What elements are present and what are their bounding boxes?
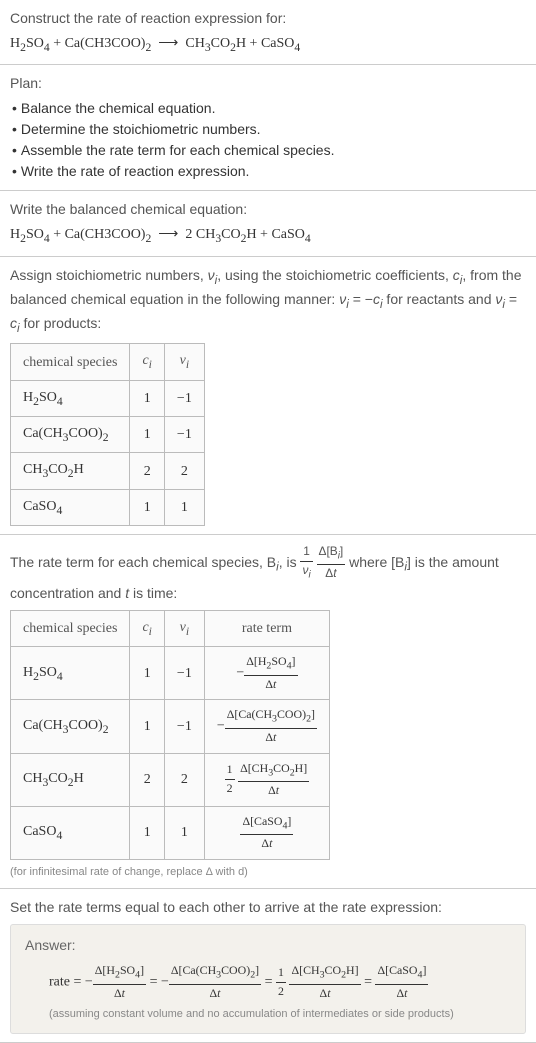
plan-item-text: Write the rate of reaction expression. bbox=[21, 163, 250, 179]
cell-v: 2 bbox=[164, 453, 204, 489]
bullet-icon: • bbox=[12, 140, 17, 161]
table-row: CH3CO2H 2 2 bbox=[11, 453, 205, 489]
table-header-row: chemical species ci νi bbox=[11, 344, 205, 380]
cell-species: Ca(CH3COO)2 bbox=[11, 417, 130, 453]
stoich-table: chemical species ci νi H2SO4 1 −1 Ca(CH3… bbox=[10, 343, 205, 525]
cell-species: H2SO4 bbox=[11, 380, 130, 416]
header-prompt: Construct the rate of reaction expressio… bbox=[10, 8, 526, 29]
col-species: chemical species bbox=[11, 611, 130, 647]
cell-c: 2 bbox=[130, 753, 164, 806]
table-row: Ca(CH3COO)2 1 −1 bbox=[11, 417, 205, 453]
cell-v: 1 bbox=[164, 806, 204, 859]
col-ci: ci bbox=[130, 344, 164, 380]
rateterm-note: (for infinitesimal rate of change, repla… bbox=[10, 864, 526, 881]
table-row: H2SO4 1 −1 −Δ[H2SO4]Δt bbox=[11, 647, 330, 700]
plan-item-text: Determine the stoichiometric numbers. bbox=[21, 121, 261, 137]
balanced-section: Write the balanced chemical equation: H2… bbox=[0, 191, 536, 256]
header-equation: H2SO4 + Ca(CH3COO)2 ⟶ CH3CO2H + CaSO4 bbox=[10, 33, 526, 56]
cell-v: −1 bbox=[164, 700, 204, 753]
table-row: CaSO4 1 1 Δ[CaSO4]Δt bbox=[11, 806, 330, 859]
cell-species: Ca(CH3COO)2 bbox=[11, 700, 130, 753]
cell-c: 1 bbox=[130, 417, 164, 453]
cell-v: −1 bbox=[164, 417, 204, 453]
plan-list: •Balance the chemical equation. •Determi… bbox=[10, 98, 526, 182]
answer-label: Answer: bbox=[25, 935, 511, 956]
rateterm-section: The rate term for each chemical species,… bbox=[0, 535, 536, 889]
table-row: CaSO4 1 1 bbox=[11, 489, 205, 525]
cell-c: 1 bbox=[130, 489, 164, 525]
plan-title: Plan: bbox=[10, 73, 526, 94]
col-rate: rate term bbox=[204, 611, 329, 647]
cell-rate: 12 Δ[CH3CO2H]Δt bbox=[204, 753, 329, 806]
balanced-equation: H2SO4 + Ca(CH3COO)2 ⟶ 2 CH3CO2H + CaSO4 bbox=[10, 224, 526, 247]
plan-item-text: Balance the chemical equation. bbox=[21, 100, 216, 116]
cell-species: CH3CO2H bbox=[11, 753, 130, 806]
bullet-icon: • bbox=[12, 98, 17, 119]
plan-section: Plan: •Balance the chemical equation. •D… bbox=[0, 65, 536, 191]
cell-v: −1 bbox=[164, 647, 204, 700]
answer-expression: rate = −Δ[H2SO4]Δt = −Δ[Ca(CH3COO)2]Δt =… bbox=[25, 962, 511, 1002]
cell-c: 2 bbox=[130, 453, 164, 489]
rateterm-table: chemical species ci νi rate term H2SO4 1… bbox=[10, 610, 330, 860]
cell-rate: −Δ[Ca(CH3COO)2]Δt bbox=[204, 700, 329, 753]
balanced-prompt: Write the balanced chemical equation: bbox=[10, 199, 526, 220]
stoich-section: Assign stoichiometric numbers, νi, using… bbox=[0, 257, 536, 535]
answer-box: Answer: rate = −Δ[H2SO4]Δt = −Δ[Ca(CH3CO… bbox=[10, 924, 526, 1034]
cell-c: 1 bbox=[130, 806, 164, 859]
table-row: CH3CO2H 2 2 12 Δ[CH3CO2H]Δt bbox=[11, 753, 330, 806]
cell-c: 1 bbox=[130, 380, 164, 416]
cell-v: 1 bbox=[164, 489, 204, 525]
answer-assumption: (assuming constant volume and no accumul… bbox=[25, 1006, 511, 1023]
cell-rate: Δ[CaSO4]Δt bbox=[204, 806, 329, 859]
plan-item: •Write the rate of reaction expression. bbox=[10, 161, 526, 182]
col-vi: νi bbox=[164, 611, 204, 647]
cell-species: CaSO4 bbox=[11, 806, 130, 859]
table-header-row: chemical species ci νi rate term bbox=[11, 611, 330, 647]
cell-c: 1 bbox=[130, 647, 164, 700]
cell-species: CH3CO2H bbox=[11, 453, 130, 489]
header-section: Construct the rate of reaction expressio… bbox=[0, 0, 536, 65]
col-species: chemical species bbox=[11, 344, 130, 380]
cell-rate: −Δ[H2SO4]Δt bbox=[204, 647, 329, 700]
bullet-icon: • bbox=[12, 161, 17, 182]
plan-item: •Balance the chemical equation. bbox=[10, 98, 526, 119]
table-row: H2SO4 1 −1 bbox=[11, 380, 205, 416]
col-ci: ci bbox=[130, 611, 164, 647]
bullet-icon: • bbox=[12, 119, 17, 140]
cell-v: −1 bbox=[164, 380, 204, 416]
stoich-intro: Assign stoichiometric numbers, νi, using… bbox=[10, 265, 526, 338]
cell-v: 2 bbox=[164, 753, 204, 806]
final-section: Set the rate terms equal to each other t… bbox=[0, 889, 536, 1043]
final-prompt: Set the rate terms equal to each other t… bbox=[10, 897, 526, 918]
cell-c: 1 bbox=[130, 700, 164, 753]
cell-species: CaSO4 bbox=[11, 489, 130, 525]
cell-species: H2SO4 bbox=[11, 647, 130, 700]
plan-item: •Assemble the rate term for each chemica… bbox=[10, 140, 526, 161]
plan-item-text: Assemble the rate term for each chemical… bbox=[21, 142, 335, 158]
plan-item: •Determine the stoichiometric numbers. bbox=[10, 119, 526, 140]
rateterm-intro: The rate term for each chemical species,… bbox=[10, 543, 526, 604]
col-vi: νi bbox=[164, 344, 204, 380]
table-row: Ca(CH3COO)2 1 −1 −Δ[Ca(CH3COO)2]Δt bbox=[11, 700, 330, 753]
